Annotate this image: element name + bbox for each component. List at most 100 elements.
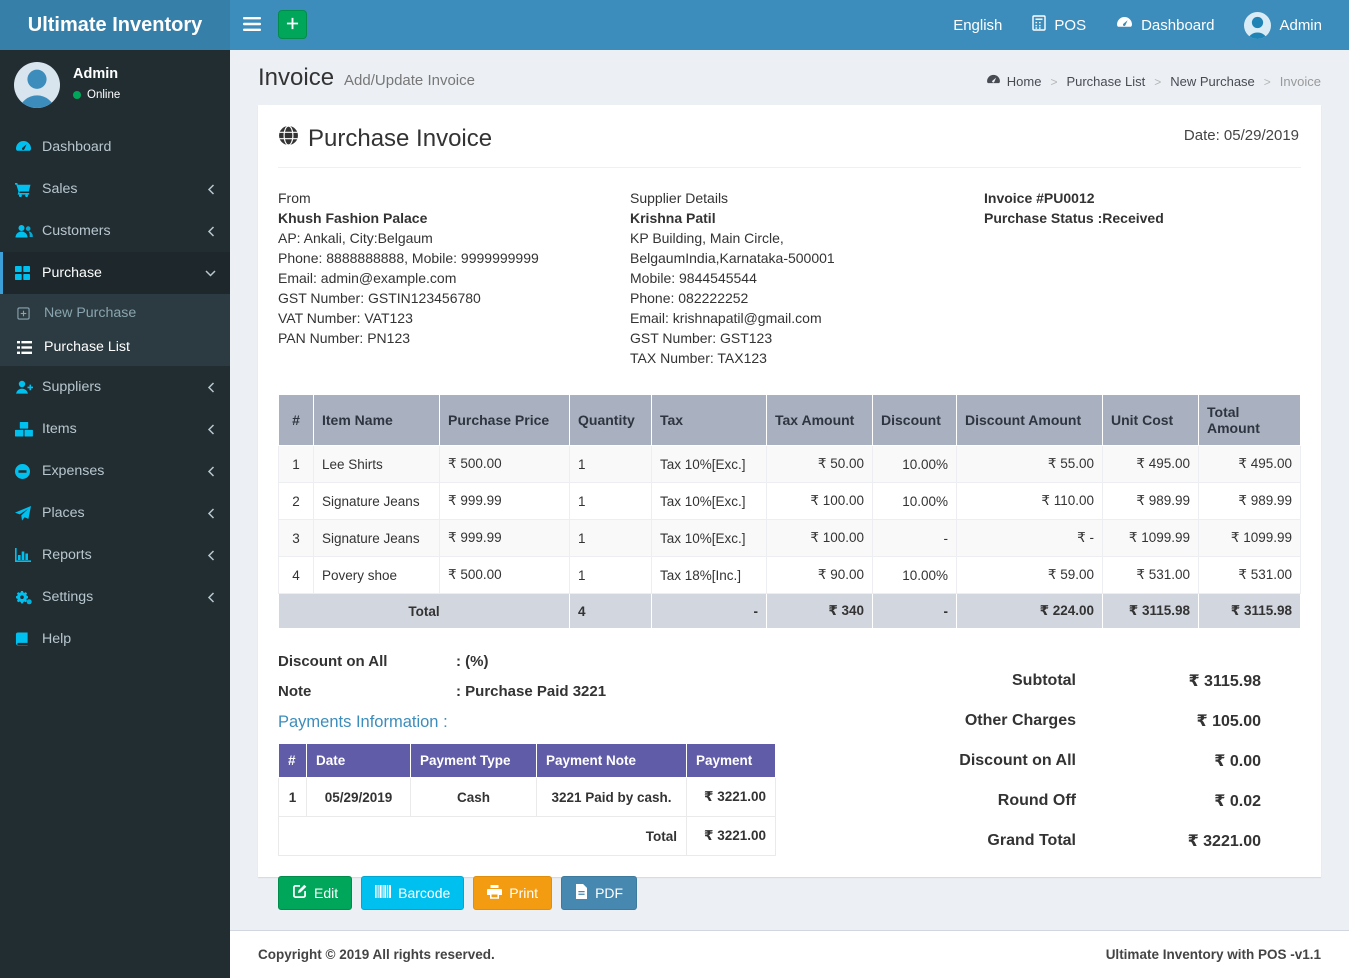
nav-language[interactable]: English — [938, 0, 1017, 50]
sidebar-item-label: Settings — [42, 589, 94, 605]
barcode-icon — [375, 885, 392, 901]
sidebar-item-label: Help — [42, 631, 72, 647]
pay-col-note: Payment Note — [536, 743, 687, 778]
item-row: 3 Signature Jeans ₹ 999.99 1 Tax 10%[Exc… — [278, 519, 1301, 557]
pdf-button-label: PDF — [595, 885, 624, 901]
sidebar-user-status[interactable]: Online — [73, 89, 120, 101]
nav-user-label: Admin — [1279, 16, 1322, 34]
sidebar-menu: Dashboard Sales Customers Purchase New P… — [0, 126, 230, 660]
item-row: 2 Signature Jeans ₹ 999.99 1 Tax 10%[Exc… — [278, 482, 1301, 520]
item-cell: ₹ 999.99 — [439, 482, 570, 520]
summary-label: Round Off — [997, 792, 1076, 809]
nav-dashboard[interactable]: Dashboard — [1101, 0, 1229, 50]
page-footer: Copyright © 2019 All rights reserved. Ul… — [230, 930, 1349, 978]
from-email: Email: admin@example.com — [278, 270, 457, 286]
payments-table: # Date Payment Type Payment Note Payment… — [278, 743, 776, 856]
col-header-discount: Discount — [872, 394, 957, 446]
main-content: Invoice Add/Update Invoice Home > Purchas… — [230, 50, 1349, 930]
payments-total-label: Total — [278, 816, 687, 856]
sidebar-item-help[interactable]: Help — [0, 618, 230, 660]
total-unit-cost: ₹ 3115.98 — [1102, 593, 1199, 629]
item-cell: Tax 18%[Inc.] — [651, 556, 767, 594]
breadcrumb-new-purchase[interactable]: New Purchase — [1170, 74, 1255, 89]
payment-cell: 05/29/2019 — [306, 777, 411, 817]
col-header-tax: Tax — [651, 394, 767, 446]
speedometer-icon — [15, 140, 42, 154]
top-navbar: Ultimate Inventory English POS Dashboard — [0, 0, 1349, 50]
barcode-button[interactable]: Barcode — [361, 876, 465, 910]
payments-total-row: Total ₹ 3221.00 — [278, 816, 776, 856]
invoice-card-title: Purchase Invoice — [308, 125, 493, 152]
total-tax: - — [651, 593, 767, 629]
sidebar-toggle-button[interactable] — [230, 0, 274, 50]
sidebar-item-label: Purchase — [42, 265, 102, 281]
item-cell: 1 — [569, 556, 652, 594]
paper-plane-icon — [15, 505, 42, 521]
supplier-gst: GST Number: GST123 — [630, 330, 773, 346]
purchase-status: Purchase Status :Received — [984, 210, 1164, 226]
from-block: From Khush Fashion Palace AP: Ankali, Ci… — [278, 188, 630, 368]
col-header-quantity: Quantity — [569, 394, 652, 446]
file-pdf-icon — [575, 884, 588, 902]
supplier-heading: Supplier Details — [630, 190, 729, 206]
sidebar-item-label: Sales — [42, 181, 78, 197]
item-cell: Tax 10%[Exc.] — [651, 482, 767, 520]
footer-version: Ultimate Inventory with POS -v1.1 — [1105, 947, 1321, 962]
item-cell: ₹ 999.99 — [439, 519, 570, 557]
breadcrumb-home[interactable]: Home — [986, 74, 1041, 89]
summary-label: Grand Total — [987, 832, 1076, 849]
sidebar-item-suppliers[interactable]: Suppliers — [0, 366, 230, 408]
summary-value: ₹ 3221.00 — [1187, 833, 1261, 850]
pdf-button[interactable]: PDF — [561, 876, 638, 910]
page-title: Invoice — [258, 64, 335, 91]
sidebar-item-customers[interactable]: Customers — [0, 210, 230, 252]
print-button[interactable]: Print — [473, 876, 553, 910]
sidebar-item-label: Places — [42, 505, 85, 521]
col-header-discount-amount: Discount Amount — [956, 394, 1103, 446]
page-subtitle: Add/Update Invoice — [344, 72, 475, 89]
sidebar-item-dashboard[interactable]: Dashboard — [0, 126, 230, 168]
supplier-tax: TAX Number: TAX123 — [630, 350, 767, 366]
sidebar-item-reports[interactable]: Reports — [0, 534, 230, 576]
note-value: : Purchase Paid 3221 — [456, 683, 607, 700]
supplier-phone: Phone: 082222252 — [630, 290, 749, 306]
sidebar-item-settings[interactable]: Settings — [0, 576, 230, 618]
barcode-button-label: Barcode — [398, 885, 451, 901]
item-row: 4 Povery shoe ₹ 500.00 1 Tax 18%[Inc.] ₹… — [278, 556, 1301, 594]
brand-logo[interactable]: Ultimate Inventory — [0, 0, 230, 50]
from-phone: Phone: 8888888888, Mobile: 9999999999 — [278, 250, 539, 266]
chevron-left-icon — [207, 225, 216, 237]
sidebar-item-sales[interactable]: Sales — [0, 168, 230, 210]
supplier-mobile: Mobile: 9844545544 — [630, 270, 757, 286]
pay-col-index: # — [278, 743, 307, 778]
sidebar-item-expenses[interactable]: Expenses — [0, 450, 230, 492]
notes-and-payments: Discount on All : (%) Note : Purchase Pa… — [278, 653, 783, 910]
sidebar-item-items[interactable]: Items — [0, 408, 230, 450]
quick-add-button[interactable] — [278, 10, 307, 39]
gears-icon — [15, 590, 42, 605]
from-heading: From — [278, 190, 311, 206]
hamburger-icon — [243, 16, 261, 34]
item-cell: ₹ 989.99 — [1198, 482, 1301, 520]
from-vat: VAT Number: VAT123 — [278, 310, 413, 326]
sidebar-item-purchase-list[interactable]: Purchase List — [0, 330, 230, 364]
total-label: Total — [278, 593, 570, 629]
summary-label: Other Charges — [964, 712, 1076, 729]
sidebar-item-new-purchase[interactable]: New Purchase — [0, 296, 230, 330]
edit-button[interactable]: Edit — [278, 876, 353, 910]
col-header-unit-cost: Unit Cost — [1102, 394, 1199, 446]
item-cell: ₹ 90.00 — [766, 556, 873, 594]
breadcrumb-purchase-list[interactable]: Purchase List — [1066, 74, 1145, 89]
summary-other-charges: Other Charges ₹ 105.00 — [831, 701, 1261, 741]
sidebar-item-places[interactable]: Places — [0, 492, 230, 534]
nav-pos[interactable]: POS — [1017, 0, 1101, 50]
payments-heading: Payments Information : — [278, 713, 448, 731]
sidebar-item-purchase[interactable]: Purchase — [0, 252, 230, 294]
invoice-meta-block: Invoice #PU0012 Purchase Status :Receive… — [984, 188, 1301, 368]
item-cell: ₹ 500.00 — [439, 445, 570, 483]
online-status-icon — [73, 91, 81, 99]
nav-user[interactable]: Admin — [1229, 0, 1337, 50]
item-cell: 10.00% — [872, 445, 957, 483]
from-gst: GST Number: GSTIN123456780 — [278, 290, 481, 306]
payment-cell: Cash — [410, 777, 537, 817]
